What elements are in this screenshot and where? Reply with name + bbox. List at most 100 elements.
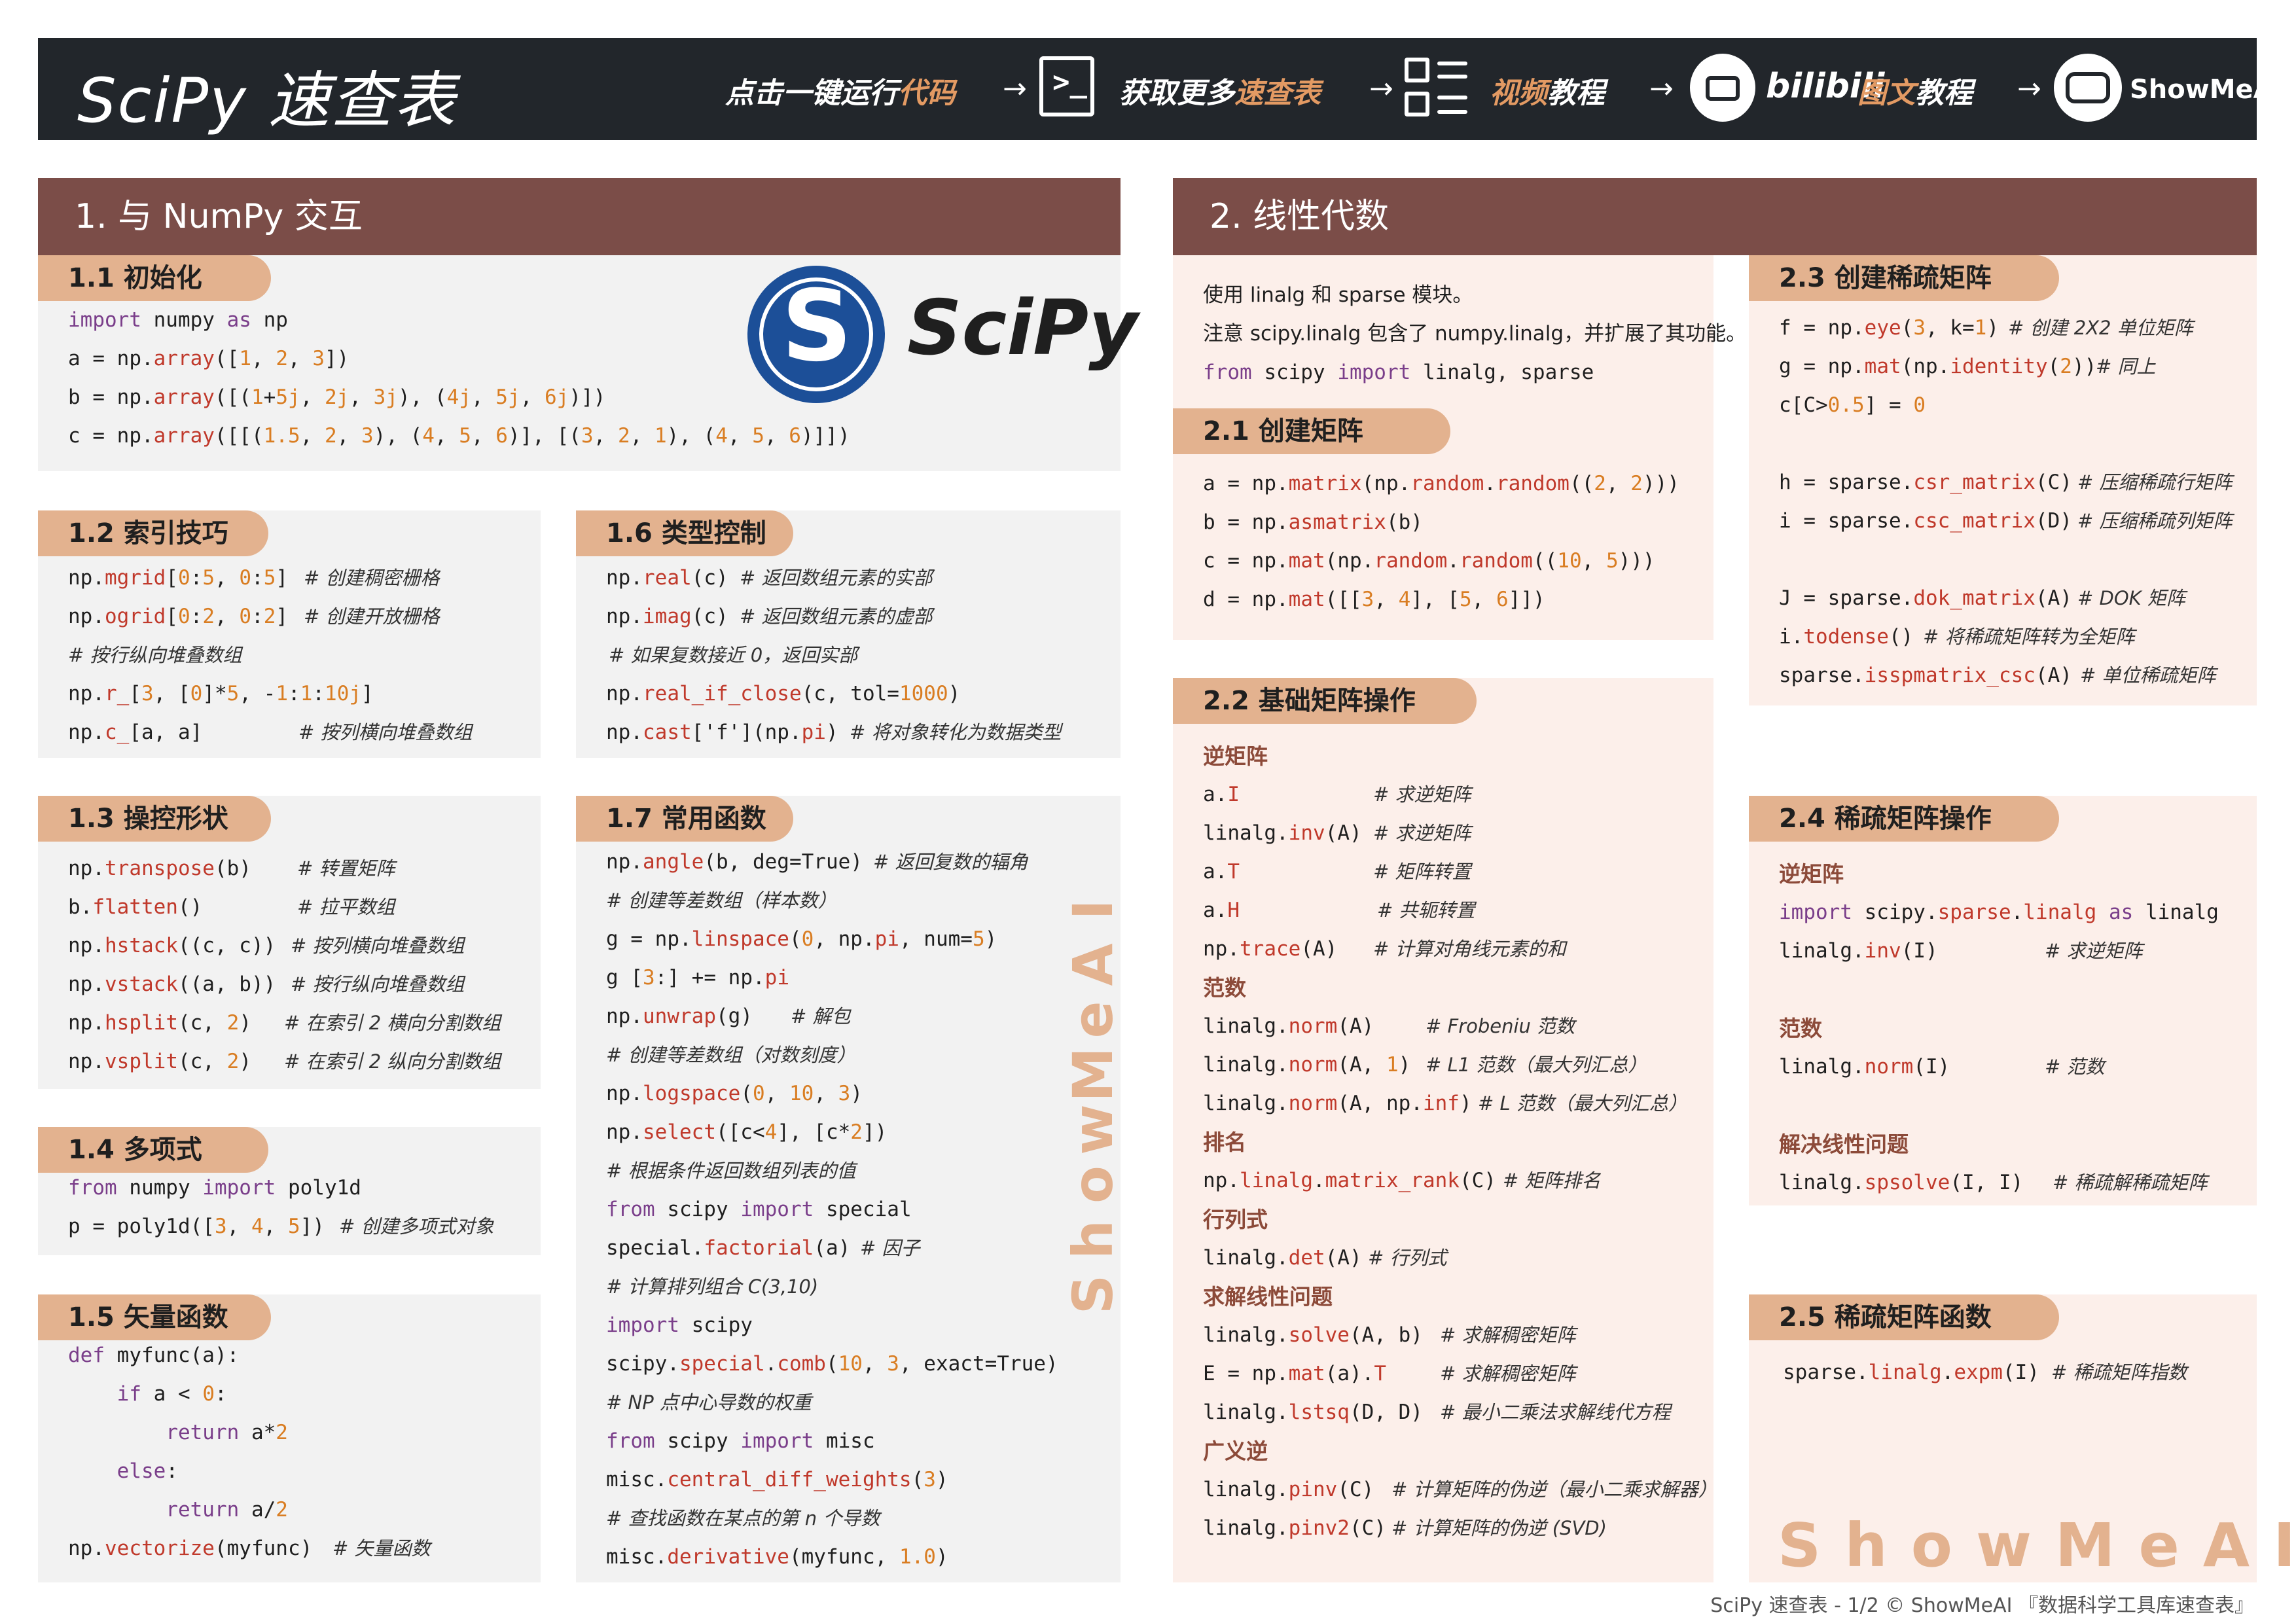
code-comment: # Frobeniu 范数 bbox=[1426, 1015, 1575, 1037]
code-subheading: 逆矩阵 bbox=[1779, 861, 1844, 887]
code-comment: # 在索引 2 横向分割数组 bbox=[284, 1012, 501, 1034]
code-text: a.H bbox=[1203, 899, 1240, 922]
code-1-1: import numpy as np a = np.array([1, 2, 3]… bbox=[68, 301, 850, 455]
panel-1-2: 1.2 索引技巧 np.mgrid[0:5, 0:5] # 创建稠密栅格 np.og… bbox=[38, 510, 541, 758]
code-comment: # 求解稠密矩阵 bbox=[1440, 1363, 1576, 1385]
code-line: b = np.array([(1+5j, 2j, 3j), (4j, 5j, 6… bbox=[68, 378, 850, 417]
graphic-suffix: 教程 bbox=[1915, 77, 1973, 110]
code-comment: # 求解稠密矩阵 bbox=[1440, 1324, 1576, 1346]
code-text: np.vstack((a, b)) bbox=[68, 972, 276, 996]
code-text: linalg.lstsq(D, D) bbox=[1203, 1400, 1423, 1424]
code-line: # 根据条件返回数组列表的值 bbox=[606, 1152, 1058, 1190]
code-comment: # 转置矩阵 bbox=[297, 857, 395, 880]
code-line: np.angle(b, deg=True) # 返回复数的辐角 bbox=[606, 843, 1058, 882]
code-text: from numpy import poly1d bbox=[68, 1176, 361, 1200]
code-text: a.T bbox=[1203, 860, 1240, 883]
code-line: g [3:] += np.pi bbox=[606, 959, 1058, 997]
code-subheading: 范数 bbox=[1779, 1016, 1822, 1041]
code-line: b.flatten() # 拉平数组 bbox=[68, 888, 395, 927]
code-line: np.unwrap(g) # 解包 bbox=[606, 997, 1058, 1036]
cheatsheet-title: SciPy 速查表 bbox=[77, 65, 457, 137]
scipy-logo-text: SciPy bbox=[907, 284, 1138, 372]
code-text: return a/2 bbox=[166, 1498, 288, 1522]
code-text: np.unwrap(g) bbox=[606, 1005, 753, 1028]
showmeai-brand[interactable]: ShowMeAI bbox=[2130, 75, 2284, 105]
panel-1-1-title: 1.1 初始化 bbox=[38, 255, 271, 301]
code-subheading: 逆矩阵 bbox=[1203, 743, 1268, 769]
code-line: if a < 0: bbox=[68, 1375, 312, 1414]
more-sheets-link[interactable]: 获取更多速查表 bbox=[1119, 69, 1321, 111]
bilibili-tv-icon[interactable] bbox=[1690, 54, 1755, 122]
code-comment: # 压缩稀疏列矩阵 bbox=[2077, 510, 2233, 532]
code-line: linalg.norm(I) # 范数 bbox=[1779, 1048, 2219, 1086]
graphic-tutorial-link[interactable]: 图文教程 bbox=[1857, 69, 1973, 111]
code-comment: # 求逆矩阵 bbox=[1373, 783, 1471, 806]
code-line: from scipy import special bbox=[606, 1190, 1058, 1229]
panel-1-7: 1.7 常用函数 np.angle(b, deg=True) # 返回复数的辐角 #… bbox=[576, 796, 1121, 1582]
code-line: # 按行纵向堆叠数组 bbox=[68, 636, 374, 675]
video-arrow: → bbox=[1649, 72, 1674, 105]
code-line: from scipy import linalg, sparse bbox=[1203, 353, 1746, 392]
code-comment: # 矩阵转置 bbox=[1373, 861, 1471, 883]
code-subheading: 排名 bbox=[1203, 1130, 1246, 1155]
code-2-0: from scipy import linalg, sparse bbox=[1203, 353, 1746, 392]
code-text: np.logspace(0, 10, 3) bbox=[606, 1082, 863, 1105]
code-line: # NP 点中心导数的权重 bbox=[606, 1383, 1058, 1422]
panel-1-6: 1.6 类型控制 np.real(c) # 返回数组元素的实部 np.imag(c)… bbox=[576, 510, 1121, 758]
code-comment: # 将稀疏矩阵转为全矩阵 bbox=[1923, 626, 2135, 648]
code-text: sparse.isspmatrix_csc(A) bbox=[1779, 664, 2072, 687]
robot-icon[interactable] bbox=[2054, 54, 2122, 122]
panel-2-2: 2.2 基础矩阵操作 逆矩阵 a.I # 求逆矩阵 linalg.inv(A) # 求逆… bbox=[1173, 678, 1717, 1582]
code-text: def myfunc(a): bbox=[68, 1344, 240, 1367]
code-line: linalg.pinv(C) # 计算矩阵的伪逆（最小二乘求解器） bbox=[1203, 1471, 1717, 1509]
code-comment: # 共轭转置 bbox=[1377, 899, 1475, 921]
panel-2-3: 2.3 创建稀疏矩阵 f = np.eye(3, k=1) # 创建 2X2 单位… bbox=[1749, 255, 2257, 705]
code-line: c[C>0.5] = 0 bbox=[1779, 386, 2096, 425]
code-text: np.hstack((c, c)) bbox=[68, 934, 276, 957]
run-code-prefix: 点击一键运行 bbox=[725, 77, 898, 110]
code-line: linalg.pinv2(C) # 计算矩阵的伪逆 (SVD) bbox=[1203, 1509, 1607, 1548]
code-comment: # 求逆矩阵 bbox=[1373, 822, 1471, 844]
code-comment: # 最小二乘法求解线代方程 bbox=[1440, 1401, 1671, 1423]
code-comment: # 创建等差数组（样本数） bbox=[606, 889, 837, 912]
code-1-4: from numpy import poly1d p = poly1d([3, 4… bbox=[68, 1169, 494, 1246]
graphic-arrow: → bbox=[2017, 72, 2041, 105]
more-sheets-arrow: → bbox=[1369, 72, 1393, 105]
code-line: a = np.array([1, 2, 3]) bbox=[68, 340, 850, 378]
scipy-logo: S bbox=[747, 266, 885, 403]
code-subheading: 解决线性问题 bbox=[1779, 1132, 1909, 1157]
code-1-7: np.angle(b, deg=True) # 返回复数的辐角 # 创建等差数组（样… bbox=[606, 843, 1058, 1577]
code-2-3: f = np.eye(3, k=1) # 创建 2X2 单位矩阵 g = np.ma… bbox=[1779, 309, 2233, 695]
run-code-highlight: 代码 bbox=[898, 77, 956, 110]
code-text: np.transpose(b) bbox=[68, 857, 251, 880]
panel-2-5-title: 2.5 稀疏矩阵函数 bbox=[1749, 1294, 2059, 1340]
code-line: i = sparse.csc_matrix(D) # 压缩稀疏列矩阵 bbox=[1779, 502, 2233, 541]
code-comment: # 计算矩阵的伪逆 (SVD) bbox=[1391, 1517, 1607, 1539]
code-line: g = np.linspace(0, np.pi, num=5) bbox=[606, 920, 1058, 959]
code-text: special.factorial(a) bbox=[606, 1236, 851, 1260]
code-line: # 创建等差数组（对数刻度） bbox=[606, 1036, 1058, 1075]
more-sheets-highlight: 速查表 bbox=[1234, 77, 1321, 110]
code-line: np.hstack((c, c)) # 按列横向堆叠数组 bbox=[68, 927, 465, 965]
panel-1-2-title: 1.2 索引技巧 bbox=[38, 510, 268, 556]
code-text: linalg.inv(I) bbox=[1779, 939, 1938, 963]
code-comment: # 按行纵向堆叠数组 bbox=[68, 644, 242, 666]
code-comment: # 按行纵向堆叠数组 bbox=[291, 973, 465, 995]
code-line: scipy.special.comb(10, 3, exact=True) bbox=[606, 1345, 1058, 1383]
code-subheading: 广义逆 bbox=[1203, 1438, 1268, 1464]
code-comment: # 拉平数组 bbox=[297, 896, 395, 918]
code-line: i.todense() # 将稀疏矩阵转为全矩阵 bbox=[1779, 618, 2135, 656]
run-code-link[interactable]: 点击一键运行代码 bbox=[725, 69, 956, 111]
terminal-icon[interactable]: >_ bbox=[1039, 56, 1094, 116]
code-text: np.angle(b, deg=True) bbox=[606, 850, 863, 874]
code-comment: # 同上 bbox=[2096, 355, 2156, 378]
code-text: b.flatten() bbox=[68, 895, 203, 919]
code-line: else: bbox=[68, 1452, 312, 1491]
code-text: a.I bbox=[1203, 783, 1240, 806]
code-line: linalg.solve(A, b) # 求解稠密矩阵 bbox=[1203, 1316, 1576, 1355]
list-icon[interactable] bbox=[1405, 58, 1470, 120]
video-tutorial-link[interactable]: 视频教程 bbox=[1490, 69, 1605, 111]
code-text: f = np.eye(3, k=1) bbox=[1779, 316, 1999, 340]
code-line: sparse.isspmatrix_csc(A) # 单位稀疏矩阵 bbox=[1779, 656, 2216, 695]
